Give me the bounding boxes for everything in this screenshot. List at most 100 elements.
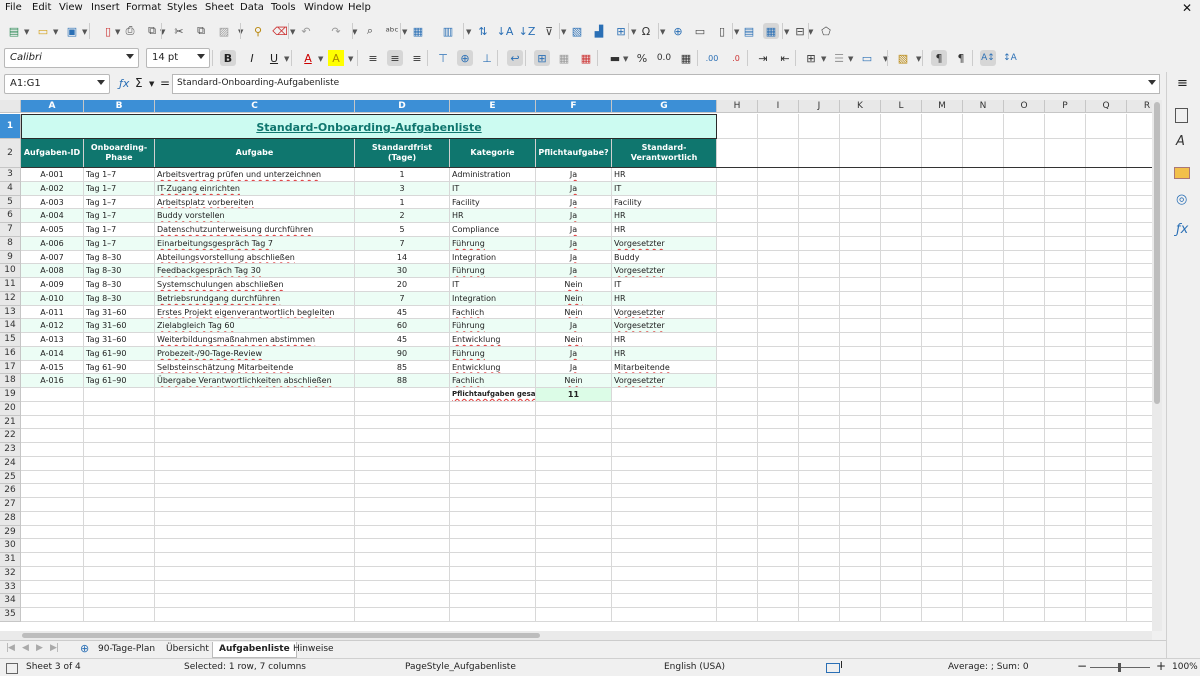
table-cell[interactable]: HR bbox=[612, 168, 717, 182]
empty-cell[interactable] bbox=[963, 264, 1004, 278]
empty-cell[interactable] bbox=[1086, 250, 1127, 265]
empty-cell[interactable] bbox=[881, 415, 922, 430]
save-icon[interactable]: ▣ bbox=[64, 23, 80, 39]
vertical-scroll-thumb[interactable] bbox=[1154, 102, 1160, 404]
empty-cell[interactable] bbox=[21, 608, 84, 622]
empty-cell[interactable] bbox=[758, 388, 799, 402]
empty-cell[interactable] bbox=[758, 195, 799, 210]
empty-cell[interactable] bbox=[21, 594, 84, 608]
empty-cell[interactable] bbox=[1086, 278, 1127, 292]
empty-cell[interactable] bbox=[1045, 594, 1086, 608]
empty-cell[interactable] bbox=[355, 539, 450, 553]
borders-icon[interactable]: ⊞ bbox=[803, 50, 819, 66]
empty-cell[interactable] bbox=[799, 429, 840, 443]
empty-cell[interactable] bbox=[758, 429, 799, 443]
empty-cell[interactable] bbox=[355, 429, 450, 443]
empty-cell[interactable] bbox=[1127, 223, 1152, 237]
empty-cell[interactable] bbox=[881, 114, 922, 139]
empty-cell[interactable] bbox=[881, 278, 922, 292]
table-cell[interactable]: 30 bbox=[355, 264, 450, 278]
row-header-12[interactable]: 12 bbox=[0, 291, 21, 306]
empty-cell[interactable] bbox=[450, 511, 536, 526]
table-cell[interactable]: Ja bbox=[536, 360, 612, 375]
empty-cell[interactable] bbox=[881, 539, 922, 553]
empty-cell[interactable] bbox=[612, 470, 717, 485]
table-cell[interactable]: Entwicklung bbox=[450, 360, 536, 375]
empty-cell[interactable] bbox=[355, 443, 450, 457]
empty-cell[interactable] bbox=[1004, 553, 1045, 567]
empty-cell[interactable] bbox=[1127, 209, 1152, 223]
empty-cell[interactable] bbox=[963, 278, 1004, 292]
column-title-1[interactable]: Aufgaben-ID bbox=[21, 139, 84, 168]
row-header-25[interactable]: 25 bbox=[0, 470, 21, 485]
empty-cell[interactable] bbox=[84, 415, 155, 430]
empty-cell[interactable] bbox=[1004, 525, 1045, 540]
empty-cell[interactable] bbox=[536, 525, 612, 540]
chevron-down-icon[interactable]: ▼ bbox=[348, 55, 353, 63]
empty-cell[interactable] bbox=[1127, 581, 1152, 595]
chevron-down-icon[interactable] bbox=[97, 80, 105, 85]
table-cell[interactable]: Zielabgleich Tag 60 bbox=[155, 319, 355, 333]
column-icon[interactable]: ▥ bbox=[440, 23, 456, 39]
empty-cell[interactable] bbox=[1045, 346, 1086, 361]
empty-cell[interactable] bbox=[881, 456, 922, 471]
table-cell[interactable]: Vorgesetzter bbox=[612, 264, 717, 278]
empty-cell[interactable] bbox=[881, 346, 922, 361]
empty-cell[interactable] bbox=[1004, 319, 1045, 333]
empty-cell[interactable] bbox=[1004, 114, 1045, 139]
table-cell[interactable]: Tag 61–90 bbox=[84, 374, 155, 388]
table-cell[interactable]: IT bbox=[450, 278, 536, 292]
empty-cell[interactable] bbox=[717, 401, 758, 416]
table-cell[interactable]: IT-Zugang einrichten bbox=[155, 181, 355, 196]
table-cell[interactable]: 45 bbox=[355, 333, 450, 347]
empty-cell[interactable] bbox=[963, 484, 1004, 498]
empty-cell[interactable] bbox=[1086, 539, 1127, 553]
empty-cell[interactable] bbox=[536, 429, 612, 443]
empty-cell[interactable] bbox=[1004, 168, 1045, 182]
empty-cell[interactable] bbox=[612, 539, 717, 553]
empty-cell[interactable] bbox=[1127, 388, 1152, 402]
row-header-16[interactable]: 16 bbox=[0, 346, 21, 361]
empty-cell[interactable] bbox=[840, 374, 881, 388]
chevron-down-icon[interactable]: ▼ bbox=[284, 55, 289, 63]
table-cell[interactable]: Administration bbox=[450, 168, 536, 182]
table-cell[interactable]: HR bbox=[612, 346, 717, 361]
empty-cell[interactable] bbox=[758, 346, 799, 361]
table-cell[interactable]: HR bbox=[612, 291, 717, 306]
table-cell[interactable]: Ja bbox=[536, 250, 612, 265]
bold-icon[interactable]: B bbox=[220, 50, 236, 66]
function-wizard-icon[interactable]: ƒx bbox=[119, 77, 129, 90]
empty-cell[interactable] bbox=[155, 401, 355, 416]
freeze-rows-columns-icon[interactable]: ▦ bbox=[763, 23, 779, 39]
empty-cell[interactable] bbox=[1086, 195, 1127, 210]
empty-cell[interactable] bbox=[536, 401, 612, 416]
row-header-27[interactable]: 27 bbox=[0, 498, 21, 512]
table-cell[interactable]: 20 bbox=[355, 278, 450, 292]
empty-cell[interactable] bbox=[799, 415, 840, 430]
empty-cell[interactable] bbox=[758, 264, 799, 278]
column-title-5[interactable]: Kategorie bbox=[450, 139, 536, 168]
empty-cell[interactable] bbox=[799, 443, 840, 457]
empty-cell[interactable] bbox=[922, 209, 963, 223]
empty-cell[interactable] bbox=[536, 511, 612, 526]
empty-cell[interactable] bbox=[355, 456, 450, 471]
empty-cell[interactable] bbox=[1045, 319, 1086, 333]
row-header-15[interactable]: 15 bbox=[0, 333, 21, 347]
empty-cell[interactable] bbox=[1127, 553, 1152, 567]
empty-cell[interactable] bbox=[799, 525, 840, 540]
empty-cell[interactable] bbox=[536, 580, 612, 595]
row-header-1[interactable]: 1 bbox=[0, 114, 21, 139]
empty-cell[interactable] bbox=[1004, 209, 1045, 223]
row-header-35[interactable]: 35 bbox=[0, 608, 21, 622]
empty-cell[interactable] bbox=[799, 195, 840, 210]
empty-cell[interactable] bbox=[922, 539, 963, 553]
empty-cell[interactable] bbox=[963, 539, 1004, 553]
table-cell[interactable]: Übergabe Verantwortlichkeiten abschließe… bbox=[155, 374, 355, 388]
empty-cell[interactable] bbox=[355, 511, 450, 526]
empty-cell[interactable] bbox=[840, 360, 881, 375]
empty-cell[interactable] bbox=[1045, 580, 1086, 595]
empty-cell[interactable] bbox=[450, 484, 536, 498]
empty-cell[interactable] bbox=[1086, 553, 1127, 567]
delete-decimal-icon[interactable]: .0 bbox=[728, 50, 744, 66]
horizontal-scroll-thumb[interactable] bbox=[22, 633, 540, 638]
